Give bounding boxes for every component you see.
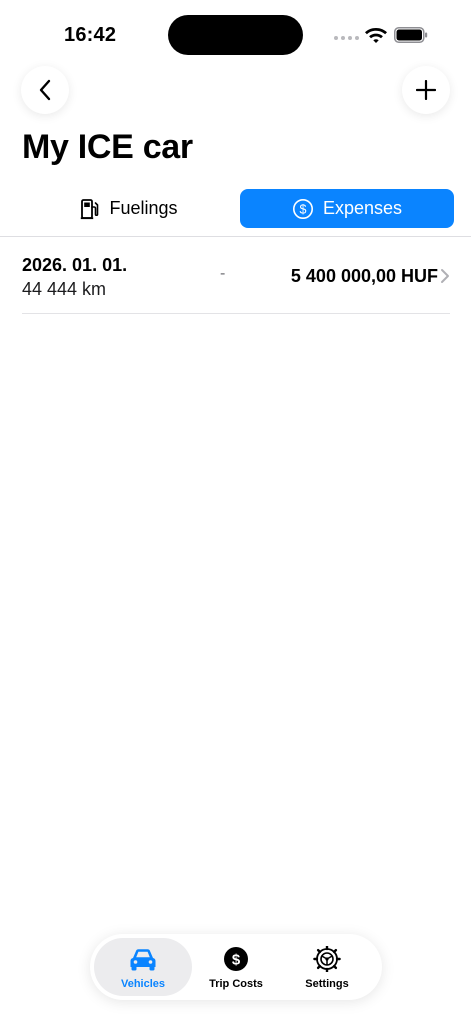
plus-icon bbox=[416, 80, 436, 100]
expense-date: 2026. 01. 01. bbox=[22, 255, 128, 275]
tab-fuelings[interactable]: Fuelings bbox=[22, 189, 236, 228]
cellular-signal-icon bbox=[334, 36, 359, 40]
row-separator bbox=[22, 313, 450, 314]
car-icon bbox=[130, 949, 156, 971]
gear-icon bbox=[313, 946, 341, 972]
fuel-pump-icon bbox=[81, 198, 99, 219]
tabbar-label-vehicles: Vehicles bbox=[120, 978, 166, 990]
app-screen: 16:42 My ICE car Fuelings $ Expenses 202… bbox=[0, 0, 471, 1024]
dollar-coin-icon: $ bbox=[224, 947, 248, 971]
tabbar-label-trip-costs: Trip Costs bbox=[209, 978, 263, 990]
add-button[interactable] bbox=[402, 66, 450, 114]
chevron-left-icon bbox=[39, 79, 51, 101]
tab-expenses[interactable]: $ Expenses bbox=[240, 189, 454, 228]
tabbar-item-trip-costs[interactable]: $ Trip Costs bbox=[187, 938, 285, 996]
dollar-circle-icon: $ bbox=[292, 198, 313, 219]
expense-amount: 5 400 000,00 HUF bbox=[290, 266, 438, 286]
page-title: My ICE car bbox=[22, 128, 193, 166]
svg-text:$: $ bbox=[299, 202, 306, 216]
expense-row[interactable]: 2026. 01. 01. 44 444 km - 5 400 000,00 H… bbox=[22, 237, 450, 314]
wifi-icon bbox=[365, 28, 387, 43]
tabbar-item-settings[interactable]: Settings bbox=[278, 938, 376, 996]
status-bar: 16:42 bbox=[0, 0, 471, 60]
segmented-tabs: Fuelings $ Expenses bbox=[22, 189, 454, 228]
bottom-tab-bar: Vehicles $ Trip Costs Settings bbox=[90, 934, 382, 1000]
dynamic-island bbox=[168, 15, 303, 55]
tabbar-label-settings: Settings bbox=[305, 978, 349, 990]
svg-text:$: $ bbox=[232, 952, 241, 969]
chevron-right-icon bbox=[441, 269, 449, 283]
tab-expenses-label: Expenses bbox=[322, 198, 403, 218]
status-time: 16:42 bbox=[64, 24, 117, 46]
back-button[interactable] bbox=[21, 66, 69, 114]
battery-icon bbox=[394, 27, 428, 43]
expense-note: - bbox=[220, 265, 226, 282]
expense-odometer: 44 444 km bbox=[22, 279, 107, 299]
tabbar-item-vehicles[interactable]: Vehicles bbox=[94, 938, 192, 996]
tab-fuelings-label: Fuelings bbox=[109, 198, 178, 218]
